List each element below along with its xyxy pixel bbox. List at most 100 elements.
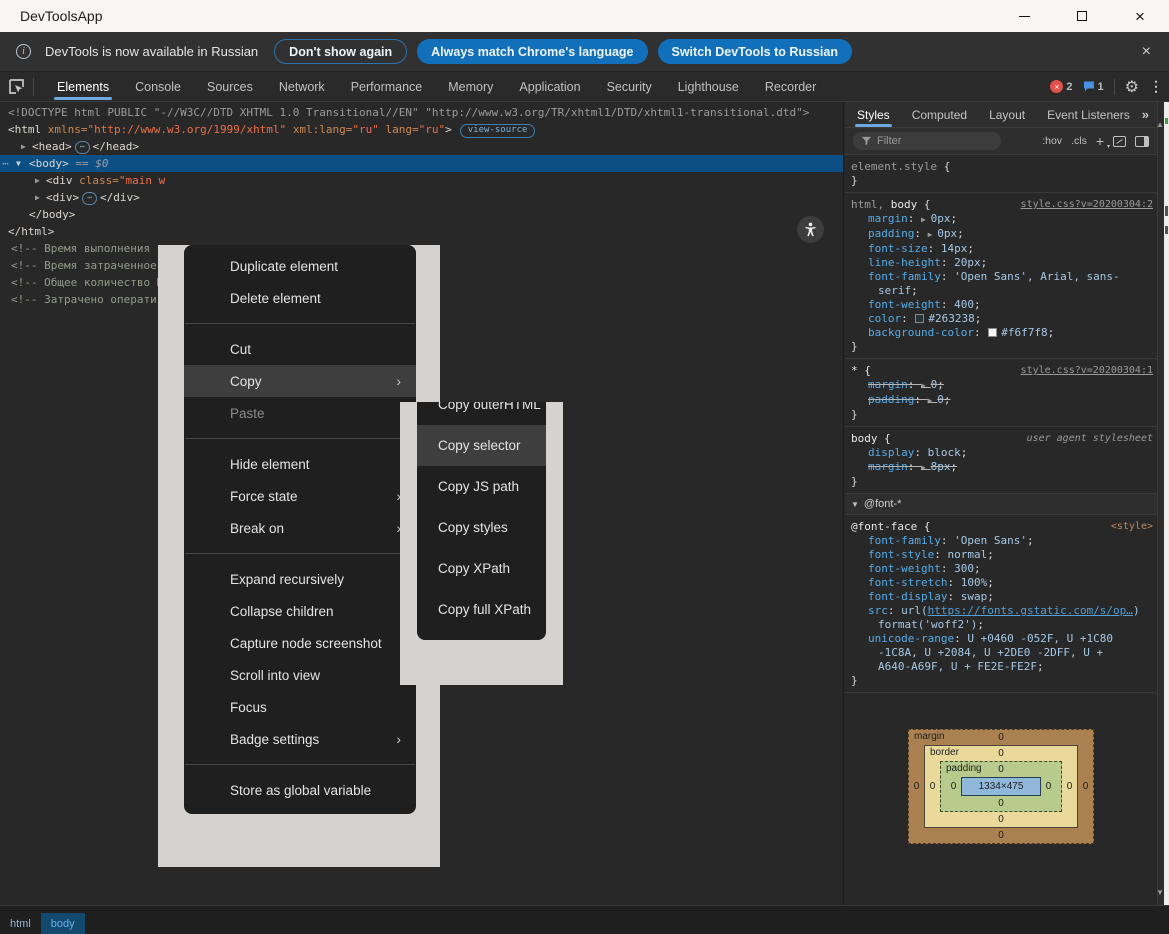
- box-model-border[interactable]: border0 0 padding0 0 1334×475 0 0: [924, 745, 1078, 828]
- color-swatch[interactable]: [988, 328, 997, 337]
- minimize-button[interactable]: [995, 0, 1053, 32]
- dom-tree-row[interactable]: <html xmlns="http://www.w3.org/1999/xhtm…: [0, 121, 844, 138]
- css-declaration[interactable]: font-weight: 300;: [851, 562, 1153, 576]
- maximize-button[interactable]: [1053, 0, 1111, 32]
- tab-performance[interactable]: Performance: [338, 72, 436, 101]
- menu-item-scroll-into-view[interactable]: Scroll into view: [184, 659, 416, 691]
- styles-section-font-rules[interactable]: ▼@font-*: [845, 494, 1157, 515]
- section-collapse-icon[interactable]: ▼: [851, 500, 859, 509]
- inspect-element-icon[interactable]: [8, 78, 25, 95]
- toggle-element-state-button[interactable]: :hov: [1042, 135, 1062, 147]
- box-model-margin[interactable]: margin0 0 border0 0 padding0 0 1334×475: [908, 729, 1094, 844]
- scroll-down-icon[interactable]: ▼: [1156, 888, 1164, 897]
- menu-item-collapse-children[interactable]: Collapse children: [184, 595, 416, 627]
- tab-styles[interactable]: Styles: [857, 102, 890, 128]
- menu-item-copy-xpath[interactable]: Copy XPath: [417, 548, 546, 589]
- menu-item-duplicate-element[interactable]: Duplicate element: [184, 250, 416, 282]
- css-declaration[interactable]: line-height: 20px;: [851, 256, 1153, 270]
- styles-scrollbar[interactable]: ▲ ▼: [1157, 102, 1164, 905]
- css-declaration[interactable]: src: url(https://fonts.gstatic.com/s/op……: [851, 604, 1153, 618]
- menu-item-copy-full-xpath[interactable]: Copy full XPath: [417, 589, 546, 630]
- tab-application[interactable]: Application: [506, 72, 593, 101]
- tab-console[interactable]: Console: [122, 72, 194, 101]
- border-right-value[interactable]: 0: [1062, 781, 1077, 792]
- menu-item-force-state[interactable]: Force state›: [184, 480, 416, 512]
- settings-gear-icon[interactable]: ⚙: [1125, 77, 1139, 97]
- issues-badge[interactable]: 1: [1083, 81, 1104, 93]
- css-declaration[interactable]: unicode-range: U +0460 -052F, U +1C80: [851, 632, 1153, 646]
- css-declaration[interactable]: font-size: 14px;: [851, 242, 1153, 256]
- dom-tree-row[interactable]: <!DOCTYPE html PUBLIC "-//W3C//DTD XHTML…: [0, 104, 844, 121]
- css-declaration[interactable]: font-stretch: 100%;: [851, 576, 1153, 590]
- tab-security[interactable]: Security: [594, 72, 665, 101]
- menu-item-capture-node-screenshot[interactable]: Capture node screenshot: [184, 627, 416, 659]
- scroll-up-icon[interactable]: ▲: [1156, 120, 1164, 129]
- border-top-value[interactable]: 0: [994, 748, 1009, 759]
- tab-recorder[interactable]: Recorder: [752, 72, 829, 101]
- css-declaration[interactable]: background-color: #f6f7f8;: [851, 326, 1153, 340]
- menu-item-copy-selector[interactable]: Copy selector: [417, 425, 546, 466]
- css-declaration[interactable]: font-style: normal;: [851, 548, 1153, 562]
- infobar-button-switch-devtools-to-russian[interactable]: Switch DevTools to Russian: [658, 39, 852, 64]
- menu-item-copy-outerhtml[interactable]: Copy outerHTML: [417, 402, 546, 425]
- css-declaration[interactable]: color: #263238;: [851, 312, 1153, 326]
- inline-expand-icon[interactable]: ⋯: [82, 192, 97, 205]
- breadcrumb-body[interactable]: body: [41, 913, 85, 934]
- tab-layout[interactable]: Layout: [989, 102, 1025, 128]
- close-button[interactable]: ×: [1111, 0, 1169, 32]
- menu-item-store-as-global-variable[interactable]: Store as global variable: [184, 774, 416, 806]
- styles-filter-input[interactable]: Filter: [853, 132, 1001, 150]
- console-errors-badge[interactable]: ×2: [1050, 80, 1072, 93]
- menu-item-cut[interactable]: Cut: [184, 333, 416, 365]
- inline-expand-icon[interactable]: ⋯: [75, 141, 90, 154]
- dom-tree-row[interactable]: ▶<div>⋯</div>: [0, 189, 844, 206]
- box-model-content[interactable]: 1334×475: [961, 777, 1041, 796]
- menu-item-focus[interactable]: Focus: [184, 691, 416, 723]
- computed-sidebar-toggle-icon[interactable]: [1135, 136, 1149, 147]
- infobar-button-don-t-show-again[interactable]: Don't show again: [274, 39, 407, 64]
- stylesheet-source-link[interactable]: style.css?v=20200304:2: [1021, 198, 1153, 212]
- menu-item-hide-element[interactable]: Hide element: [184, 448, 416, 480]
- infobar-close-icon[interactable]: ×: [1142, 43, 1151, 61]
- css-declaration[interactable]: font-weight: 400;: [851, 298, 1153, 312]
- more-options-icon[interactable]: ⋮: [1149, 78, 1163, 95]
- menu-item-copy-styles[interactable]: Copy styles: [417, 507, 546, 548]
- padding-top-value[interactable]: 0: [994, 764, 1009, 775]
- css-declaration[interactable]: padding: ▶ 0px;: [851, 227, 1153, 242]
- tab-memory[interactable]: Memory: [435, 72, 506, 101]
- view-source-badge[interactable]: view-source: [460, 124, 536, 138]
- dom-tree-row[interactable]: ▶<head>⋯</head>: [0, 138, 844, 155]
- css-declaration[interactable]: font-family: 'Open Sans';: [851, 534, 1153, 548]
- new-style-rule-button[interactable]: +▾: [1096, 133, 1104, 149]
- padding-right-value[interactable]: 0: [1041, 781, 1056, 792]
- infobar-button-always-match-chrome-s-language[interactable]: Always match Chrome's language: [417, 39, 647, 64]
- menu-item-delete-element[interactable]: Delete element: [184, 282, 416, 314]
- css-declaration[interactable]: margin: ▶ 8px;: [851, 460, 1153, 475]
- expand-arrow-icon[interactable]: ▶: [35, 172, 40, 189]
- more-tabs-icon[interactable]: »: [1142, 107, 1149, 122]
- tab-lighthouse[interactable]: Lighthouse: [665, 72, 752, 101]
- dom-tree-row[interactable]: </body>: [0, 206, 844, 223]
- box-model-padding[interactable]: padding0 0 1334×475 0 0: [940, 761, 1062, 812]
- border-bottom-value[interactable]: 0: [994, 814, 1009, 825]
- css-declaration[interactable]: margin: ▶ 0;: [851, 378, 1153, 393]
- menu-item-break-on[interactable]: Break on›: [184, 512, 416, 544]
- css-declaration[interactable]: padding: ▶ 0;: [851, 393, 1153, 408]
- css-declaration[interactable]: font-display: swap;: [851, 590, 1153, 604]
- menu-item-badge-settings[interactable]: Badge settings›: [184, 723, 416, 755]
- padding-bottom-value[interactable]: 0: [994, 798, 1009, 809]
- border-left-value[interactable]: 0: [925, 781, 940, 792]
- element-classes-button[interactable]: .cls: [1071, 135, 1087, 147]
- expand-arrow-icon[interactable]: ▶: [21, 138, 26, 155]
- stylesheet-source-link[interactable]: style.css?v=20200304:1: [1021, 364, 1153, 378]
- css-declaration[interactable]: display: block;: [851, 446, 1153, 460]
- dom-tree-row[interactable]: </html>: [0, 223, 844, 240]
- color-swatch[interactable]: [915, 314, 924, 323]
- margin-bottom-value[interactable]: 0: [994, 830, 1009, 841]
- margin-left-value[interactable]: 0: [909, 781, 924, 792]
- css-declaration[interactable]: margin: ▶ 0px;: [851, 212, 1153, 227]
- collapse-arrow-icon[interactable]: ▼: [16, 155, 21, 172]
- tab-computed[interactable]: Computed: [912, 102, 967, 128]
- margin-top-value[interactable]: 0: [994, 732, 1009, 743]
- padding-left-value[interactable]: 0: [946, 781, 961, 792]
